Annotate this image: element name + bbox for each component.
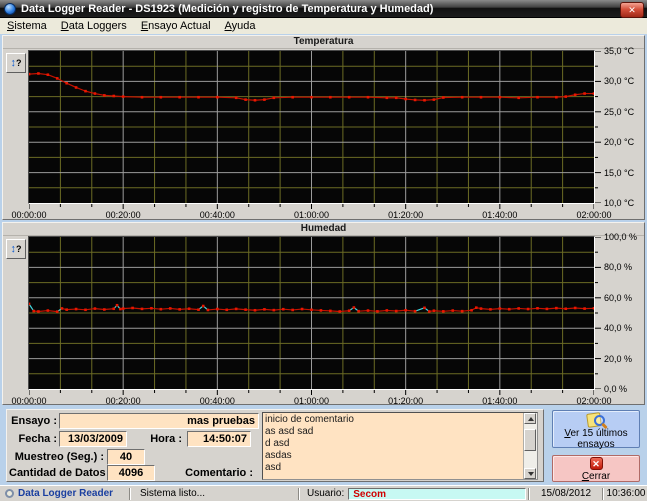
y-tick-label: 15,0 °C <box>604 168 634 178</box>
comentario-label: Comentario : <box>157 467 253 479</box>
y-tick-label: 20,0 % <box>604 354 632 364</box>
y-tick-label: 25,0 °C <box>604 107 634 117</box>
close-x-icon: ✕ <box>590 457 603 470</box>
usuario-value: Secom <box>353 489 386 500</box>
app-icon <box>4 3 16 15</box>
y-tick-label: 60,0 % <box>604 293 632 303</box>
x-tick-label: 01:20:00 <box>388 210 423 220</box>
cantidad-datos-label: Cantidad de Datos : <box>9 467 104 479</box>
cantidad-datos-field[interactable] <box>107 465 155 481</box>
hora-label: Hora : <box>142 433 182 445</box>
status-message-section: Sistema listo... <box>132 486 297 501</box>
y-tick-label: 20,0 °C <box>604 137 634 147</box>
temperature-y-axis: 35,0 °C30,0 °C25,0 °C20,0 °C15,0 °C10,0 … <box>595 51 645 203</box>
status-message: Sistema listo... <box>140 488 205 499</box>
menu-item-data-loggers[interactable]: Data Loggers <box>54 19 134 33</box>
y-tick-label: 35,0 °C <box>604 46 634 56</box>
temperature-panel: Temperatura ↕? 35,0 °C 30,0 °C 25,0 °C 20,0… <box>2 35 645 220</box>
gear-icon <box>5 489 14 498</box>
ensayo-label: Ensayo : <box>9 415 57 427</box>
title-bar: Data Logger Reader - DS1923 (Medición y … <box>0 0 647 18</box>
status-date: 15/08/2012 <box>541 488 591 499</box>
comentario-textarea[interactable]: inicio de comentario as asd sad d asd as… <box>262 412 538 480</box>
fecha-field[interactable] <box>59 431 127 447</box>
comentario-text: inicio de comentario as asd sad d asd as… <box>265 414 522 478</box>
scroll-down-arrow[interactable] <box>524 468 536 479</box>
status-time: 10:36:00 <box>607 488 646 499</box>
x-tick-label: 02:00:00 <box>576 210 611 220</box>
x-tick-label: 01:40:00 <box>482 210 517 220</box>
temperature-plot-area <box>28 50 595 204</box>
usuario-field: Secom <box>348 488 526 500</box>
status-app-name: Data Logger Reader <box>18 488 113 499</box>
cerrar-button-label: Cerrar <box>553 471 639 482</box>
x-tick-label: 00:00:00 <box>11 210 46 220</box>
usuario-label: Usuario: <box>307 488 344 499</box>
x-tick-label: 01:00:00 <box>294 210 329 220</box>
status-bar: Data Logger Reader Sistema listo... Usua… <box>0 485 647 501</box>
hora-field[interactable] <box>187 431 251 447</box>
comment-scrollbar[interactable] <box>523 413 537 479</box>
temperature-scale-help-button[interactable]: ↕? <box>6 53 26 73</box>
temperature-x-axis: 00:00:00 00:20:00 00:40:00 01:00:00 01:20:00… <box>3 204 644 221</box>
down-triangle-icon <box>528 472 534 476</box>
status-user-section: Usuario: Secom <box>301 486 527 501</box>
menu-item-ensayo-actual[interactable]: Ensayo Actual <box>134 19 218 33</box>
status-separator <box>602 488 604 500</box>
bottom-area: Ensayo : Fecha : Hora : Muestreo (Seg.) … <box>0 405 647 485</box>
status-date-section: 15/08/2012 <box>531 486 601 501</box>
close-icon: ✕ <box>628 6 636 15</box>
menu-item-ayuda[interactable]: Ayuda <box>218 19 263 33</box>
menu-item-sistema[interactable]: Sistema <box>0 19 54 33</box>
scroll-thumb[interactable] <box>524 429 536 451</box>
cerrar-button[interactable]: ✕ Cerrar <box>552 455 640 482</box>
humidity-y-axis: 100,0 %80,0 %60,0 %40,0 %20,0 %0,0 % <box>595 237 645 389</box>
humidity-scale-help-button[interactable]: ↕? <box>6 239 26 259</box>
y-tick-label: 100,0 % <box>604 232 637 242</box>
preview-ensayos-icon <box>585 413 607 428</box>
status-separator <box>129 488 131 500</box>
close-button[interactable]: ✕ <box>620 2 644 18</box>
y-tick-label: 80,0 % <box>604 262 632 272</box>
status-separator <box>298 488 300 500</box>
fecha-label: Fecha : <box>9 433 57 445</box>
status-app-section: Data Logger Reader <box>0 486 128 501</box>
status-time-section: 10:36:00 <box>605 486 647 501</box>
question-icon: ? <box>16 244 22 254</box>
temperature-chart-title: Temperatura <box>3 36 644 49</box>
menu-bar: Sistema Data Loggers Ensayo Actual Ayuda <box>0 18 647 35</box>
ensayo-field[interactable] <box>59 413 259 429</box>
ver-ultimos-ensayos-button[interactable]: Ver 15 últimos ensayos <box>552 410 640 448</box>
up-triangle-icon <box>528 417 534 421</box>
humidity-panel: Humedad ↕? 100,0 % 80,0 % 60,0 % 40,0 % 20,0… <box>2 222 645 405</box>
status-separator <box>528 488 530 500</box>
muestreo-field[interactable] <box>107 449 145 465</box>
y-tick-label: 40,0 % <box>604 323 632 333</box>
question-icon: ? <box>16 58 22 68</box>
humidity-chart-title: Humedad <box>3 223 644 236</box>
scroll-up-arrow[interactable] <box>524 413 536 424</box>
muestreo-label: Muestreo (Seg.) : <box>9 451 104 463</box>
ensayo-form-panel: Ensayo : Fecha : Hora : Muestreo (Seg.) … <box>6 409 544 482</box>
x-tick-label: 00:20:00 <box>106 210 141 220</box>
y-tick-label: 30,0 °C <box>604 76 634 86</box>
ver-button-label: Ver 15 últimos ensayos <box>553 428 639 450</box>
humidity-plot-area <box>28 236 595 390</box>
x-tick-label: 00:40:00 <box>200 210 235 220</box>
window-title: Data Logger Reader - DS1923 (Medición y … <box>21 3 433 15</box>
